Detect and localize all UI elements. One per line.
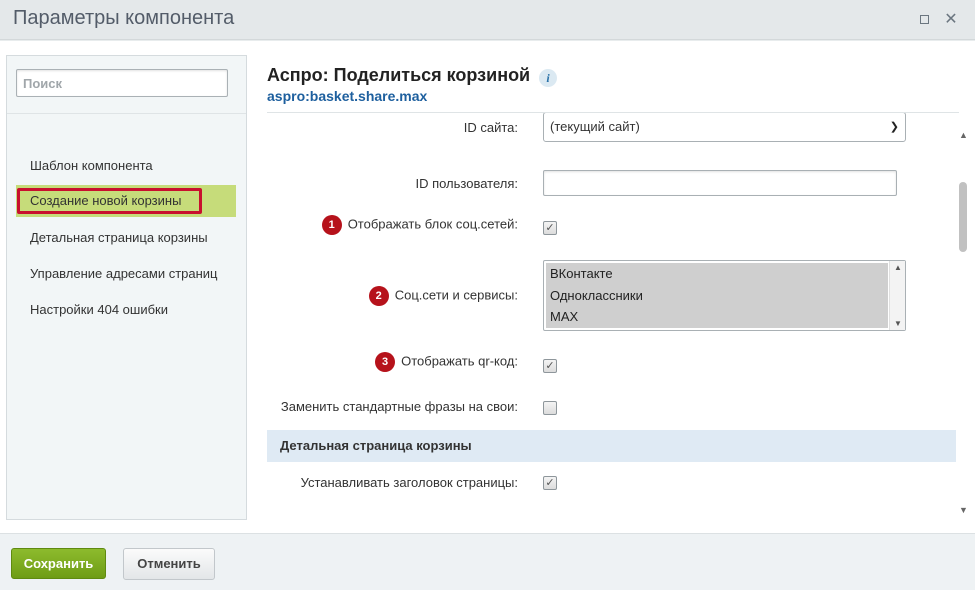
set-title-label: Устанавливать заголовок страницы: <box>300 475 518 490</box>
site-id-value: (текущий сайт) <box>550 119 640 134</box>
scrollbar-thumb[interactable] <box>959 182 967 252</box>
checkmark-icon: ✓ <box>545 477 555 489</box>
checkmark-icon: ✓ <box>545 360 555 372</box>
site-id-label: ID сайта: <box>463 120 518 135</box>
scroll-up-icon[interactable]: ▲ <box>959 130 968 140</box>
checkmark-icon: ✓ <box>545 222 555 234</box>
params-list: ID сайта: (текущий сайт) ❯ ID пользовате… <box>267 112 959 524</box>
info-icon[interactable]: i <box>539 69 557 87</box>
component-code: aspro:basket.share.max <box>267 88 428 104</box>
show-social-label: 1 Отображать блок соц.сетей: <box>321 215 518 235</box>
set-title-checkbox[interactable]: ✓ <box>543 476 557 490</box>
step-badge: 1 <box>321 215 342 235</box>
dialog-titlebar: Параметры компонента ✕ <box>0 0 975 40</box>
close-icon[interactable]: ✕ <box>943 12 959 28</box>
option-vkontakte[interactable]: ВКонтакте <box>546 263 888 285</box>
social-services-label: 2 Соц.сети и сервисы: <box>368 286 518 306</box>
scroll-up-icon[interactable]: ▲ <box>894 263 902 272</box>
option-odnoklassniki[interactable]: Одноклассники <box>546 285 888 307</box>
sidebar-item-detail-page[interactable]: Детальная страница корзины <box>16 222 236 254</box>
user-id-input[interactable] <box>543 170 897 196</box>
highlight-frame <box>17 188 202 214</box>
show-social-checkbox[interactable]: ✓ <box>543 221 557 235</box>
maximize-icon[interactable] <box>916 12 932 28</box>
sidebar-item-url-management[interactable]: Управление адресами страниц <box>16 258 236 290</box>
social-services-options: ВКонтакте Одноклассники MAX <box>546 263 888 328</box>
dialog-content: Шаблон компонента Создание новой корзины… <box>0 41 975 533</box>
user-id-label: ID пользователя: <box>415 176 518 191</box>
dialog-footer: Сохранить Отменить <box>0 533 975 590</box>
social-services-text: Соц.сети и сервисы: <box>394 287 518 303</box>
dialog-title: Параметры компонента <box>13 7 235 29</box>
option-max[interactable]: MAX <box>546 306 888 328</box>
show-qr-label: 3 Отображать qr-код: <box>375 352 518 372</box>
show-qr-text: Отображать qr-код: <box>401 353 518 369</box>
chevron-down-icon: ❯ <box>889 121 899 133</box>
show-qr-checkbox[interactable]: ✓ <box>543 359 557 373</box>
sidebar: Шаблон компонента Создание новой корзины… <box>6 55 247 520</box>
search-input[interactable] <box>16 69 228 97</box>
site-id-select[interactable]: (текущий сайт) ❯ <box>543 113 906 142</box>
component-title: Аспро: Поделиться корзиной <box>267 65 531 85</box>
scroll-down-icon[interactable]: ▼ <box>894 319 902 328</box>
replace-phrases-label: Заменить стандартные фразы на свои: <box>280 399 518 414</box>
main-panel: Аспро: Поделиться корзиной i aspro:baske… <box>267 41 975 533</box>
sidebar-search-area <box>7 56 246 114</box>
sidebar-item-template[interactable]: Шаблон компонента <box>16 150 236 182</box>
section-header-detail: Детальная страница корзины <box>267 430 956 462</box>
sidebar-item-create-basket[interactable]: Создание новой корзины <box>16 185 236 217</box>
cancel-button[interactable]: Отменить <box>123 548 215 580</box>
social-services-multiselect[interactable]: ВКонтакте Одноклассники MAX ▲ ▼ <box>543 260 906 331</box>
save-button[interactable]: Сохранить <box>11 548 106 579</box>
sidebar-item-404-settings[interactable]: Настройки 404 ошибки <box>16 294 236 326</box>
step-badge: 3 <box>375 352 396 372</box>
multiselect-scrollbar[interactable]: ▲ ▼ <box>889 261 905 330</box>
scroll-down-icon[interactable]: ▼ <box>959 505 968 515</box>
step-badge: 2 <box>368 286 389 306</box>
show-social-text: Отображать блок соц.сетей: <box>347 216 518 232</box>
replace-phrases-checkbox[interactable] <box>543 401 557 415</box>
main-scrollbar[interactable]: ▲ ▼ <box>956 130 970 515</box>
